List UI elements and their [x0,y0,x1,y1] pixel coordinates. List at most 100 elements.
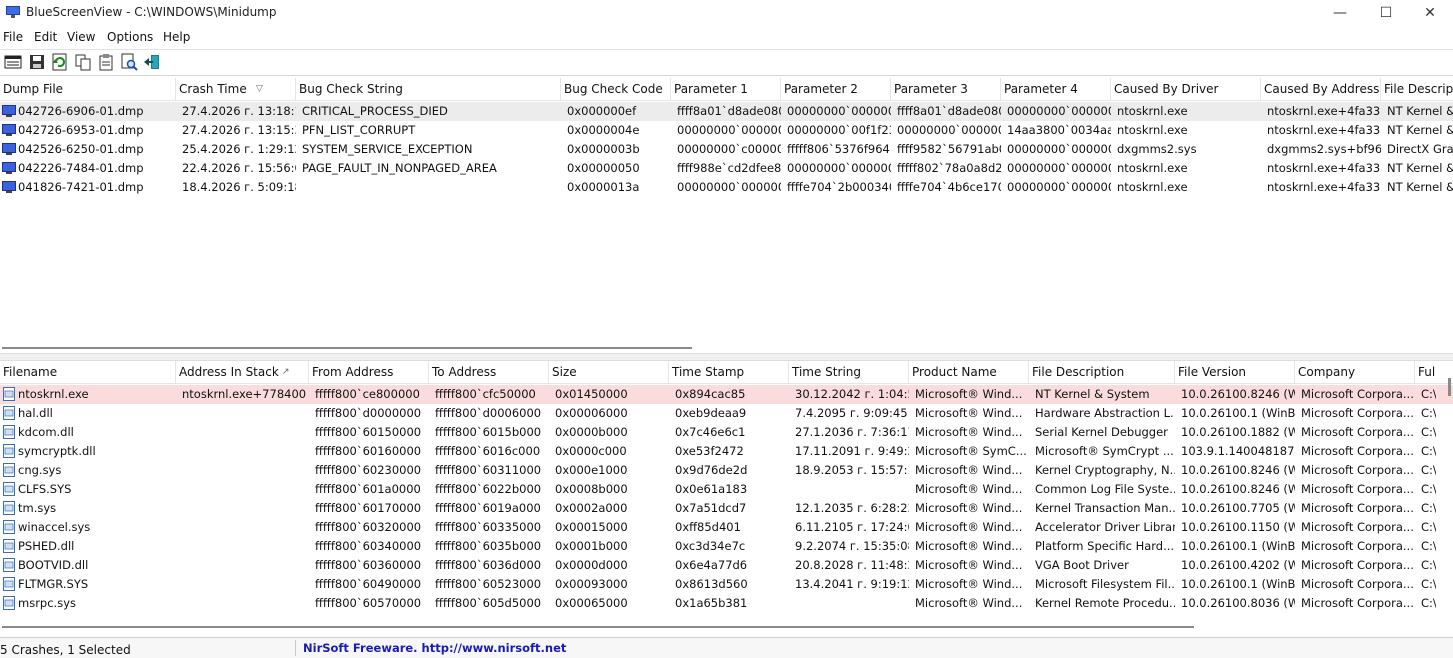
table-cell: 00000000`000000... [787,104,891,118]
table-cell: 00000000`000000... [1007,142,1111,156]
menu-view[interactable]: View [67,30,95,44]
module-file-icon [3,501,15,515]
module-file-icon [3,596,15,610]
column-filename[interactable]: Filename [0,361,176,383]
scrollbar-thumb[interactable] [2,347,692,349]
module-row[interactable]: BOOTVID.dll fffff800`60360000 fffff800`603… [0,556,1453,575]
table-cell: ntoskrnl.exe+4fa330 [1267,180,1381,194]
table-cell: Microsoft Corpora... [1301,444,1414,458]
column-size[interactable]: Size [549,361,669,383]
table-cell [179,423,309,442]
menu-options[interactable]: Options [107,30,153,44]
table-cell: C:\ [1421,596,1436,610]
column-file-version[interactable]: File Version [1175,361,1295,383]
table-cell: ffff988e`cd2dfee8 [677,161,781,175]
table-cell: NT Kernel & System [1035,387,1150,401]
column-caused-by-driver[interactable]: Caused By Driver [1111,78,1261,100]
table-cell: fffff800`d0000000 [315,406,422,420]
table-cell: 0x0008b000 [555,482,628,496]
table-cell: 0xff85d401 [675,520,741,534]
column-parameter-4[interactable]: Parameter 4 [1001,78,1111,100]
table-cell: 9.2.2074 г. 15:35:08 [795,539,909,553]
crash-row[interactable]: 042526-6250-01.dmp 25.4.2026 г. 1:29:12 SY… [0,140,1453,159]
column-address-in-stack[interactable]: Address In Stack ↗ [176,361,309,383]
table-cell: fffff802`78a0a8d2 [897,161,1001,175]
column-company[interactable]: Company [1295,361,1415,383]
save-html-report-icon[interactable] [4,53,22,71]
sort-ascending-icon: ↗ [282,367,290,377]
close-button[interactable]: ✕ [1407,0,1453,26]
module-row[interactable]: hal.dll fffff800`d0000000 fffff800`d000600… [0,404,1453,423]
menu-file[interactable]: File [3,30,23,44]
table-cell: DirectX Grap [1387,142,1453,156]
close-icon: ✕ [1424,5,1436,21]
crash-row[interactable]: 042226-7484-01.dmp 22.4.2026 г. 15:56:02 P… [0,159,1453,178]
column-to-address[interactable]: To Address [429,361,549,383]
crash-row[interactable]: 041826-7421-01.dmp 18.4.2026 г. 5:09:18 0x… [0,178,1453,197]
table-cell: 20.8.2028 г. 11:48:22 [795,558,909,572]
module-row[interactable]: symcryptk.dll fffff800`60160000 fffff800`6… [0,442,1453,461]
scrollbar-thumb[interactable] [2,626,1194,628]
properties-icon[interactable] [97,53,115,71]
table-cell: Microsoft® Wind... [915,425,1023,439]
save-icon[interactable] [28,53,46,71]
module-row[interactable]: cng.sys fffff800`60230000 fffff800`6031100… [0,461,1453,480]
column-file-description[interactable]: File Descripti [1381,78,1453,100]
column-time-string[interactable]: Time String [789,361,909,383]
table-cell: 30.12.2042 г. 1:04:53 [795,387,909,401]
menu-help[interactable]: Help [163,30,190,44]
column-dump-file[interactable]: Dump File [0,78,176,100]
table-cell: fffff800`60360000 [315,558,422,572]
table-cell: 103.9.1.140048187 [1181,444,1295,458]
column-crash-time[interactable]: Crash Time ▽ [176,78,296,100]
crash-list-hscrollbar[interactable] [0,344,700,352]
column-caused-by-address[interactable]: Caused By Address [1261,78,1381,100]
table-cell: Microsoft® Wind... [915,387,1023,401]
table-cell: Microsoft Corpora... [1301,463,1414,477]
column-file-description[interactable]: File Description [1029,361,1175,383]
table-cell: 10.0.26100.8036 (W... [1181,596,1295,610]
table-cell: Hardware Abstraction L... [1035,406,1175,420]
module-row[interactable]: tm.sys fffff800`60170000 fffff800`6019a000… [0,499,1453,518]
table-cell: 0x000e1000 [555,463,628,477]
table-cell: 13.4.2041 г. 9:19:12 [795,577,909,591]
module-row[interactable]: ntoskrnl.exe ntoskrnl.exe+778400 fffff800`… [0,385,1453,404]
table-cell: 0x0000d000 [555,558,628,572]
module-row[interactable]: msrpc.sys fffff800`60570000 fffff800`605d5… [0,594,1453,613]
module-row[interactable]: PSHED.dll fffff800`60340000 fffff800`6035b… [0,537,1453,556]
pane-splitter[interactable] [0,353,1453,361]
column-parameter-3[interactable]: Parameter 3 [891,78,1001,100]
column-from-address[interactable]: From Address [309,361,429,383]
crash-row[interactable]: 042726-6906-01.dmp 27.4.2026 г. 13:18:16 C… [0,102,1453,121]
table-cell: ffff9582`56791ab0 [897,142,1001,156]
module-list-hscrollbar[interactable] [0,623,1200,631]
table-cell: 0x0000013a [567,180,640,194]
column-bug-check-string[interactable]: Bug Check String [296,78,561,100]
find-icon[interactable] [120,53,138,71]
refresh-icon[interactable] [51,53,69,71]
column-product-name[interactable]: Product Name [909,361,1029,383]
column-parameter-2[interactable]: Parameter 2 [781,78,891,100]
copy-icon[interactable] [74,53,92,71]
table-cell: symcryptk.dll [18,444,96,458]
maximize-button[interactable]: ☐ [1363,0,1409,26]
table-cell: fffff800`60490000 [315,577,422,591]
table-cell: Microsoft Corpora... [1301,482,1414,496]
exit-icon[interactable] [143,53,161,71]
menu-edit[interactable]: Edit [34,30,57,44]
module-row[interactable]: winaccel.sys fffff800`60320000 fffff800`60… [0,518,1453,537]
column-bug-check-code[interactable]: Bug Check Code [561,78,671,100]
crash-row[interactable]: 042726-6953-01.dmp 27.4.2026 г. 13:15:35 P… [0,121,1453,140]
nirsoft-link[interactable]: NirSoft Freeware. http://www.nirsoft.net [303,641,566,655]
table-cell: 00000000`000000... [897,123,1001,137]
table-cell: 0x00093000 [555,577,628,591]
module-row[interactable]: kdcom.dll fffff800`60150000 fffff800`6015b… [0,423,1453,442]
column-parameter-1[interactable]: Parameter 1 [671,78,781,100]
minimize-button[interactable]: — [1317,0,1363,26]
module-row[interactable]: FLTMGR.SYS fffff800`60490000 fffff800`6052… [0,575,1453,594]
table-cell: C:\ [1421,406,1436,420]
column-time-stamp[interactable]: Time Stamp [669,361,789,383]
module-row[interactable]: CLFS.SYS fffff800`601a0000 fffff800`6022b0… [0,480,1453,499]
module-list-vscrollbar-thumb[interactable] [1448,378,1451,396]
minimize-icon: — [1333,5,1347,21]
